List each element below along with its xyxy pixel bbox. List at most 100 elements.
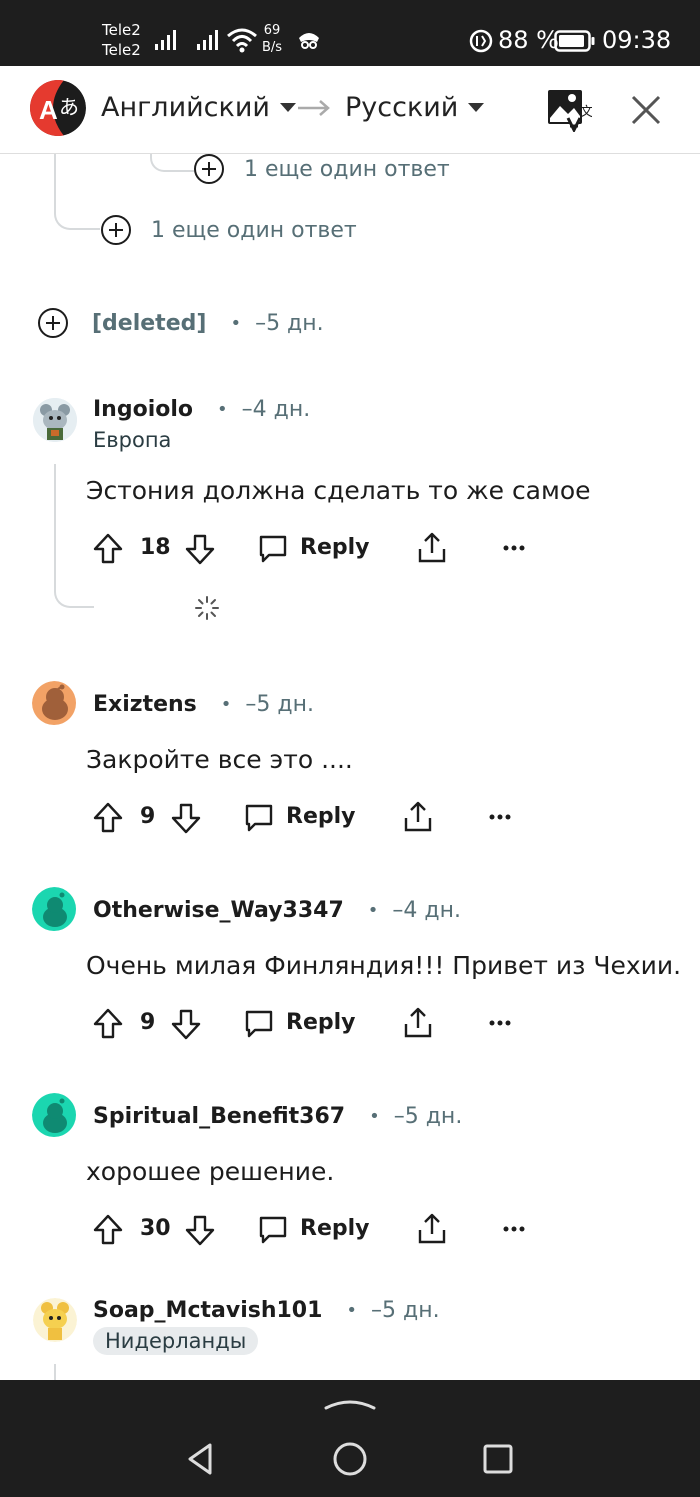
comment-body: Очень милая Финляндия!!! Привет из Чехии…: [86, 951, 682, 980]
carrier-2: Tele2: [102, 41, 141, 59]
more-options-icon[interactable]: [488, 1019, 512, 1027]
vote-count: 9: [140, 804, 156, 829]
username[interactable]: Spiritual_Benefit367: [93, 1104, 345, 1129]
carrier-1: Tele2: [102, 21, 141, 39]
comment-age: –4 дн.: [241, 397, 311, 422]
avatar[interactable]: [32, 1093, 76, 1137]
reply-icon[interactable]: [243, 1008, 275, 1040]
username[interactable]: Ingoiolo: [93, 397, 193, 422]
recents-icon[interactable]: [482, 1443, 514, 1475]
image-translate-icon[interactable]: 文: [546, 88, 592, 132]
reply-button[interactable]: Reply: [300, 1216, 370, 1241]
status-bar: Tele2 Tele2 69 B/s 88 % 09:38: [0, 0, 700, 66]
back-icon[interactable]: [184, 1441, 216, 1477]
username[interactable]: [deleted]: [92, 311, 206, 336]
more-options-icon[interactable]: [502, 1225, 526, 1233]
reply-button[interactable]: Reply: [286, 804, 356, 829]
user-flair: Нидерланды: [93, 1327, 259, 1355]
translate-bar: A あ Английский Русский 文: [0, 66, 700, 154]
comment-age: –5 дн.: [245, 692, 314, 717]
more-options-icon[interactable]: [502, 544, 526, 552]
comment-body: хорошее решение.: [86, 1157, 335, 1186]
comment-header: Spiritual_Benefit367 • –5 дн.: [93, 1104, 462, 1129]
source-language-label: Английский: [101, 92, 270, 123]
upvote-icon[interactable]: [92, 1213, 124, 1247]
swap-arrow-icon[interactable]: [296, 98, 332, 118]
reply-icon[interactable]: [257, 533, 289, 565]
comment-list[interactable]: 1 еще один ответ 1 еще один ответ [delet…: [0, 154, 700, 1380]
target-language-select[interactable]: Русский: [345, 92, 485, 123]
separator-dot: •: [346, 1300, 358, 1321]
net-speed: 69 B/s: [262, 23, 283, 55]
separator-dot: •: [217, 399, 228, 420]
expand-icon[interactable]: [38, 308, 68, 338]
thread-line: [54, 154, 100, 230]
vpn-mask-icon: [299, 33, 319, 49]
upvote-icon[interactable]: [92, 1007, 124, 1041]
share-icon[interactable]: [416, 1212, 448, 1246]
chevron-up-icon[interactable]: [322, 1396, 378, 1412]
downvote-icon[interactable]: [184, 532, 216, 566]
data-saver-icon: [469, 29, 493, 53]
share-icon[interactable]: [402, 800, 434, 834]
svg-text:A: A: [39, 95, 58, 125]
battery-percent: 88 %: [498, 26, 559, 54]
comment-age: –5 дн.: [393, 1104, 463, 1129]
thread-line: [54, 464, 94, 608]
comment-header: Exiztens • –5 дн.: [93, 692, 314, 717]
upvote-icon[interactable]: [92, 801, 124, 835]
avatar[interactable]: [32, 681, 76, 725]
reply-icon[interactable]: [257, 1214, 289, 1246]
expand-icon: [101, 215, 131, 245]
home-icon[interactable]: [332, 1441, 368, 1477]
vote-count: 30: [140, 1216, 171, 1241]
comment-header-deleted[interactable]: [deleted] • –5 дн.: [38, 308, 324, 338]
separator-dot: •: [230, 312, 242, 334]
separator-dot: •: [220, 694, 232, 715]
comment-age: –4 дн.: [392, 898, 461, 923]
vote-count: 9: [140, 1010, 156, 1035]
downvote-icon[interactable]: [170, 1007, 202, 1041]
comment-age: –5 дн.: [371, 1298, 440, 1323]
separator-dot: •: [369, 1106, 380, 1127]
target-language-label: Русский: [345, 92, 459, 123]
avatar[interactable]: [33, 398, 77, 442]
chevron-down-icon: [279, 103, 296, 112]
more-options-icon[interactable]: [488, 813, 512, 821]
avatar[interactable]: [33, 1298, 77, 1342]
wifi-icon: [227, 28, 257, 53]
share-icon[interactable]: [402, 1006, 434, 1040]
upvote-icon[interactable]: [92, 532, 124, 566]
chevron-down-icon: [468, 103, 485, 112]
avatar[interactable]: [32, 887, 76, 931]
thread-line: [54, 1364, 56, 1380]
username[interactable]: Otherwise_Way3347: [93, 898, 344, 923]
svg-text:文: 文: [580, 105, 592, 120]
reply-button[interactable]: Reply: [286, 1010, 356, 1035]
more-replies-nested[interactable]: 1 еще один ответ: [194, 154, 450, 184]
source-language-select[interactable]: Английский: [101, 92, 296, 123]
reply-button[interactable]: Reply: [300, 535, 370, 560]
signal-1-icon: [155, 30, 176, 50]
username[interactable]: Exiztens: [93, 692, 197, 717]
user-flair: Европа: [93, 428, 172, 452]
signal-2-icon: [197, 30, 218, 50]
carrier-labels: Tele2 Tele2: [102, 20, 141, 60]
comment-header: Soap_Mctavish101 • –5 дн.: [93, 1298, 440, 1323]
reply-icon[interactable]: [243, 802, 275, 834]
vote-count: 18: [140, 535, 171, 560]
system-nav-bar: [0, 1380, 700, 1497]
downvote-icon[interactable]: [170, 801, 202, 835]
translate-logo-icon[interactable]: A あ: [30, 80, 86, 136]
more-replies[interactable]: 1 еще один ответ: [101, 215, 357, 245]
comment-body: Эстония должна сделать то же самое: [86, 476, 591, 505]
downvote-icon[interactable]: [184, 1213, 216, 1247]
share-icon[interactable]: [416, 531, 448, 565]
svg-text:あ: あ: [59, 95, 79, 119]
battery-icon: [554, 30, 595, 52]
separator-dot: •: [367, 900, 379, 921]
close-icon[interactable]: [630, 94, 662, 126]
username[interactable]: Soap_Mctavish101: [93, 1298, 322, 1323]
expand-icon: [194, 154, 224, 184]
comment-header: Otherwise_Way3347 • –4 дн.: [93, 898, 461, 923]
